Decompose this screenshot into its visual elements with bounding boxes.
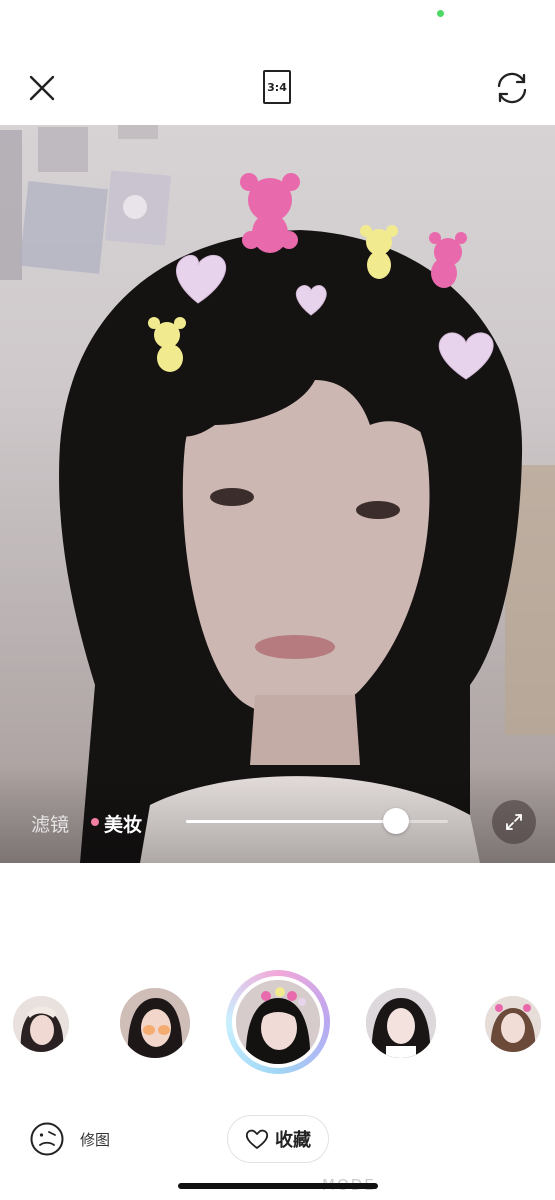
effect-thumb-3[interactable] <box>236 980 320 1064</box>
intensity-slider-thumb[interactable] <box>382 808 409 834</box>
expand-button[interactable] <box>492 800 536 844</box>
effect-thumb-2[interactable] <box>120 988 190 1058</box>
effect-thumb-3-image <box>236 980 320 1064</box>
effect-thumb-1-image <box>13 996 69 1052</box>
status-indicator-dot <box>437 10 444 17</box>
intensity-slider[interactable] <box>186 808 448 834</box>
close-button[interactable] <box>22 68 62 108</box>
tab-filter[interactable]: 滤镜 <box>31 810 69 837</box>
effect-thumb-1[interactable] <box>13 996 69 1052</box>
favorite-button[interactable]: 收藏 <box>227 1115 329 1163</box>
effect-thumb-5[interactable] <box>485 996 541 1052</box>
preview-shade <box>0 765 555 863</box>
home-indicator[interactable] <box>178 1183 378 1189</box>
switch-camera-icon <box>497 72 527 104</box>
effect-thumb-4[interactable] <box>366 988 436 1058</box>
edit-photo-label[interactable]: 修图 <box>80 1129 110 1150</box>
aspect-ratio-label: 3:4 <box>267 80 287 94</box>
retouch-face-icon <box>30 1122 64 1156</box>
close-icon <box>29 75 55 101</box>
effect-thumb-2-image <box>120 988 190 1058</box>
camera-preview-image <box>0 125 555 863</box>
aspect-ratio-button[interactable]: 3:4 <box>263 70 291 104</box>
edit-photo-button[interactable] <box>29 1121 65 1157</box>
heart-outline-icon <box>245 1129 269 1149</box>
switch-camera-button[interactable] <box>492 68 532 108</box>
intensity-slider-fill <box>186 820 396 823</box>
effect-thumb-5-image <box>485 996 541 1052</box>
active-tab-dot <box>91 818 99 826</box>
expand-icon <box>506 814 522 830</box>
tab-makeup[interactable]: 美妆 <box>104 810 142 837</box>
camera-preview[interactable] <box>0 125 555 863</box>
effect-thumb-4-image <box>366 988 436 1058</box>
favorite-label: 收藏 <box>275 1130 311 1151</box>
